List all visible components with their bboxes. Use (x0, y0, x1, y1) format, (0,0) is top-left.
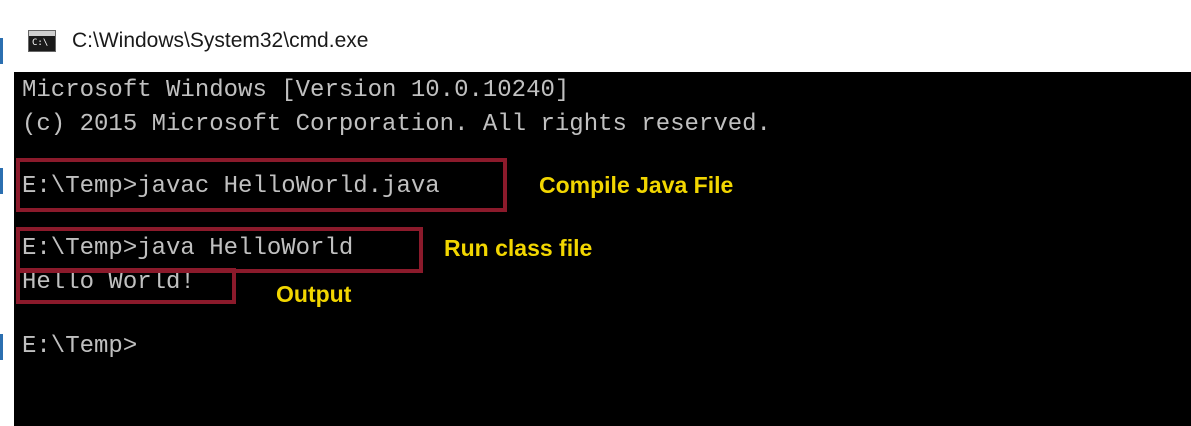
compile-annotation: Compile Java File (539, 172, 734, 198)
output-annotation: Output (276, 281, 352, 307)
console-line: (c) 2015 Microsoft Corporation. All righ… (22, 111, 771, 138)
edge-marker (0, 334, 3, 360)
run-annotation: Run class file (444, 235, 593, 261)
edge-marker (0, 168, 3, 194)
edge-marker (0, 38, 3, 64)
left-edge (0, 0, 3, 410)
window-title: C:\Windows\System32\cmd.exe (72, 29, 369, 52)
console-line: Microsoft Windows [Version 10.0.10240] (22, 77, 570, 104)
console-line: E:\Temp> (22, 333, 138, 360)
cmd-console-icon[interactable]: C:\ (28, 30, 56, 52)
output-highlight-box (16, 268, 236, 304)
icon-label: C:\ (32, 38, 49, 48)
compile-highlight-box (16, 158, 507, 212)
run-highlight-box (16, 227, 423, 273)
